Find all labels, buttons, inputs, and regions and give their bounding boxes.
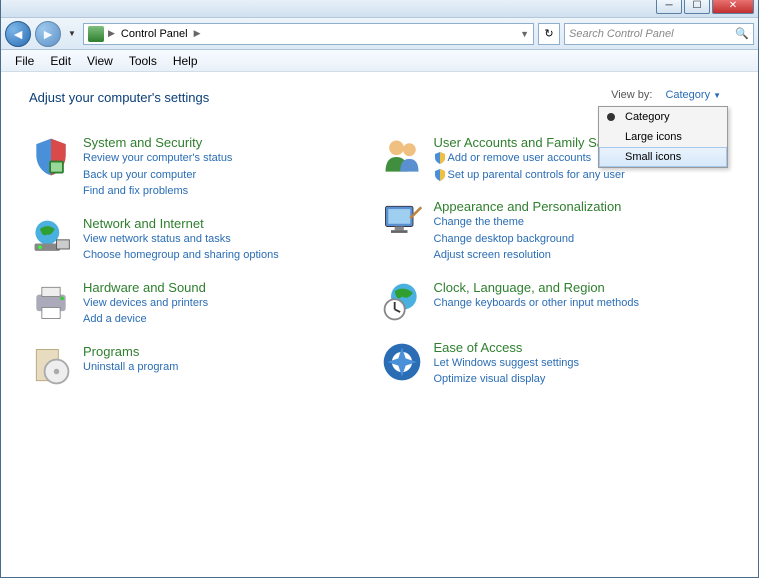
link-suggest-settings[interactable]: Let Windows suggest settings (434, 355, 580, 372)
maximize-button[interactable]: ☐ (684, 0, 710, 14)
shield-icon (29, 135, 73, 179)
link-keyboards[interactable]: Change keyboards or other input methods (434, 295, 639, 312)
control-panel-icon (88, 26, 104, 42)
chevron-down-icon: ▼ (713, 91, 721, 100)
search-input[interactable]: Search Control Panel 🔍 (564, 23, 754, 45)
printer-icon (29, 280, 73, 324)
category-hardware: Hardware and Sound View devices and prin… (29, 280, 380, 328)
category-title[interactable]: Hardware and Sound (83, 280, 208, 295)
link-network-status[interactable]: View network status and tasks (83, 231, 279, 248)
menu-edit[interactable]: Edit (42, 52, 79, 70)
link-troubleshoot[interactable]: Find and fix problems (83, 183, 232, 200)
category-system-security: System and Security Review your computer… (29, 135, 380, 200)
category-title[interactable]: System and Security (83, 135, 232, 150)
link-review-status[interactable]: Review your computer's status (83, 150, 232, 167)
view-by-popup: Category Large icons Small icons (598, 106, 728, 168)
breadcrumb-separator-icon: ▶ (194, 28, 201, 39)
back-button[interactable]: ◄ (5, 21, 31, 47)
category-clock: Clock, Language, and Region Change keybo… (380, 280, 731, 324)
category-title[interactable]: Ease of Access (434, 340, 580, 355)
forward-button[interactable]: ► (35, 21, 61, 47)
category-appearance: Appearance and Personalization Change th… (380, 199, 731, 264)
view-by-control: View by: Category ▼ (611, 86, 728, 104)
category-programs: Programs Uninstall a program (29, 344, 380, 388)
address-bar[interactable]: ▶ Control Panel ▶ ▼ (83, 23, 534, 45)
window-frame: ─ ☐ ✕ ◄ ► ▼ ▶ Control Panel ▶ ▼ ↻ Search… (0, 0, 759, 578)
link-desktop-bg[interactable]: Change desktop background (434, 231, 622, 248)
refresh-button[interactable]: ↻ (538, 23, 560, 45)
category-title[interactable]: User Accounts and Family Safety (434, 135, 625, 150)
link-add-remove-accounts[interactable]: Add or remove user accounts (434, 150, 625, 167)
link-backup[interactable]: Back up your computer (83, 167, 232, 184)
monitor-paint-icon (380, 199, 424, 243)
search-placeholder: Search Control Panel (569, 28, 674, 40)
close-button[interactable]: ✕ (712, 0, 754, 14)
navigation-bar: ◄ ► ▼ ▶ Control Panel ▶ ▼ ↻ Search Contr… (1, 18, 758, 50)
breadcrumb-separator-icon: ▶ (108, 28, 115, 39)
link-add-device[interactable]: Add a device (83, 311, 208, 328)
link-uninstall[interactable]: Uninstall a program (83, 359, 178, 376)
category-ease-of-access: Ease of Access Let Windows suggest setti… (380, 340, 731, 388)
category-title[interactable]: Appearance and Personalization (434, 199, 622, 214)
search-icon: 🔍 (735, 27, 749, 40)
menu-help[interactable]: Help (165, 52, 206, 70)
link-parental-controls[interactable]: Set up parental controls for any user (434, 167, 625, 184)
view-option-large-icons[interactable]: Large icons (599, 127, 727, 147)
link-devices-printers[interactable]: View devices and printers (83, 295, 208, 312)
link-screen-res[interactable]: Adjust screen resolution (434, 247, 622, 264)
menu-tools[interactable]: Tools (121, 52, 165, 70)
ease-access-icon (380, 340, 424, 384)
minimize-button[interactable]: ─ (656, 0, 682, 14)
address-history-icon[interactable]: ▼ (520, 29, 529, 39)
radio-selected-icon (607, 113, 615, 121)
menu-view[interactable]: View (79, 52, 121, 70)
category-title[interactable]: Network and Internet (83, 216, 279, 231)
link-homegroup[interactable]: Choose homegroup and sharing options (83, 247, 279, 264)
view-by-value: Category (665, 89, 710, 101)
link-optimize-display[interactable]: Optimize visual display (434, 371, 580, 388)
people-icon (380, 135, 424, 179)
link-change-theme[interactable]: Change the theme (434, 214, 622, 231)
menu-file[interactable]: File (7, 52, 42, 70)
titlebar: ─ ☐ ✕ (1, 0, 758, 18)
view-by-label: View by: (611, 89, 652, 101)
breadcrumb-control-panel[interactable]: Control Panel (119, 28, 190, 40)
history-dropdown-icon[interactable]: ▼ (65, 24, 79, 44)
box-cd-icon (29, 344, 73, 388)
view-option-category[interactable]: Category (599, 107, 727, 127)
content-area: Adjust your computer's settings View by:… (1, 72, 758, 577)
category-title[interactable]: Clock, Language, and Region (434, 280, 639, 295)
category-network: Network and Internet View network status… (29, 216, 380, 264)
view-by-dropdown[interactable]: Category ▼ (658, 86, 728, 104)
clock-globe-icon (380, 280, 424, 324)
category-title[interactable]: Programs (83, 344, 178, 359)
view-option-small-icons[interactable]: Small icons (599, 147, 727, 167)
globe-network-icon (29, 216, 73, 260)
menu-bar: File Edit View Tools Help (1, 50, 758, 72)
